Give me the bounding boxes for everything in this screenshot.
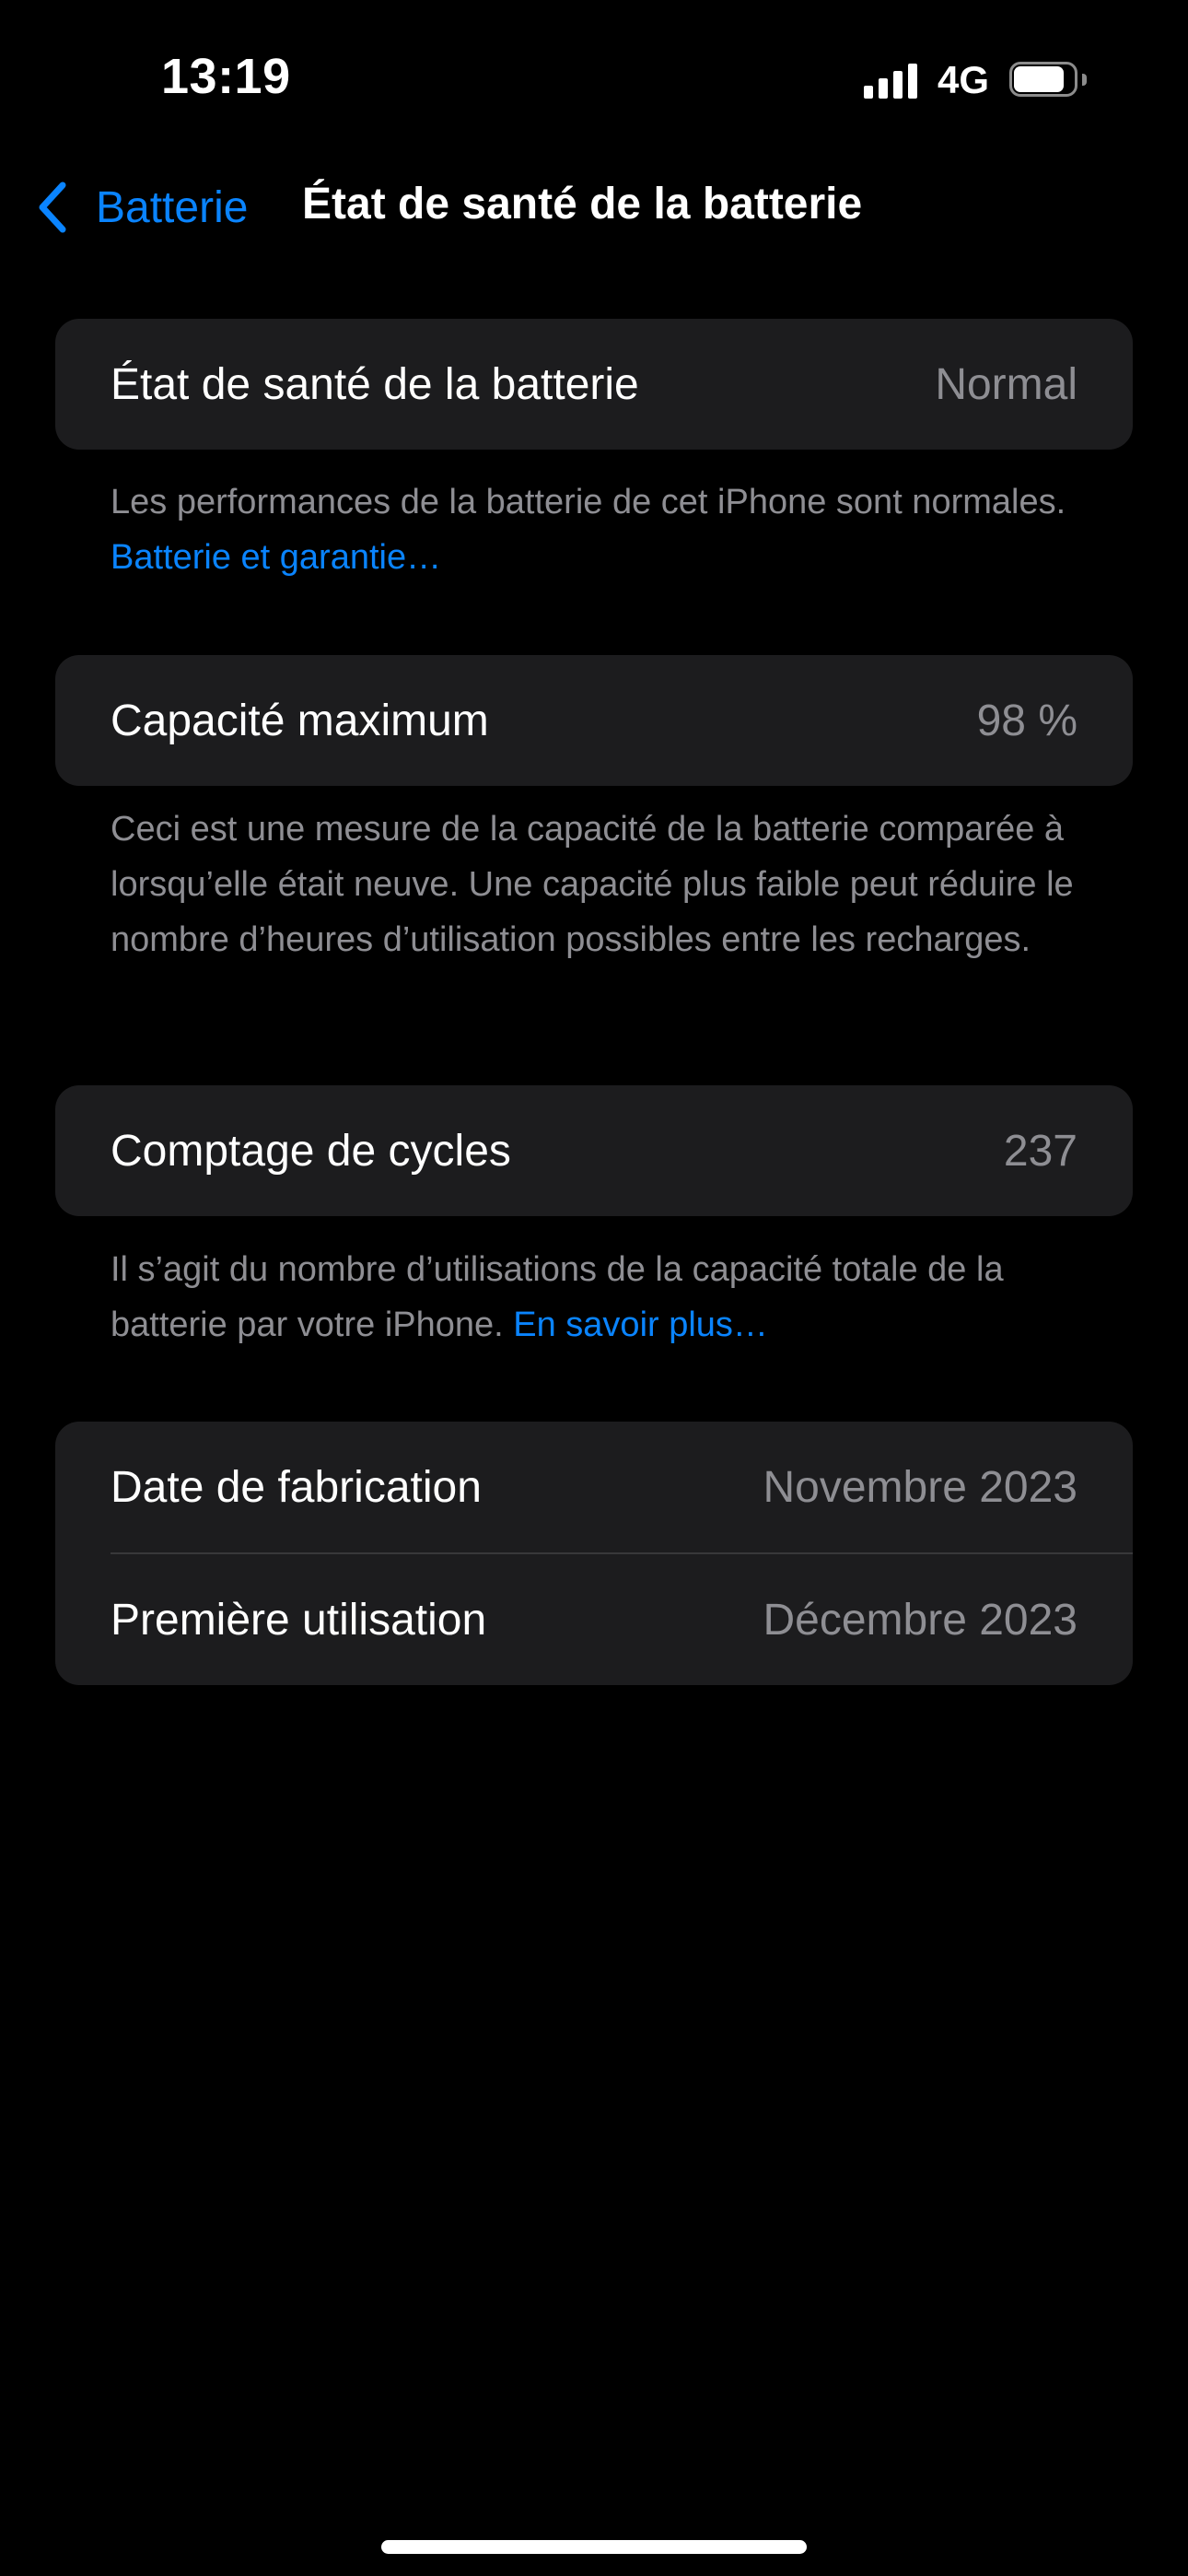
max-capacity-value: 98 %: [976, 696, 1077, 745]
battery-warranty-link[interactable]: Batterie et garantie…: [111, 538, 441, 577]
cellular-signal-icon: [863, 62, 917, 99]
battery-health-group: État de santé de la batterie Normal: [55, 319, 1133, 450]
battery-dates-group: Date de fabrication Novembre 2023 Premiè…: [55, 1422, 1133, 1685]
battery-health-row: État de santé de la batterie Normal: [55, 319, 1133, 450]
back-button-label: Batterie: [96, 182, 249, 232]
cycle-count-group: Comptage de cycles 237: [55, 1085, 1133, 1216]
navigation-bar: Batterie État de santé de la batterie: [0, 166, 1188, 249]
cycle-count-label: Comptage de cycles: [111, 1126, 511, 1176]
cycle-count-footnote: Il s’agit du nombre d’utilisations de la…: [111, 1242, 1087, 1352]
max-capacity-row: Capacité maximum 98 %: [55, 655, 1133, 786]
max-capacity-group: Capacité maximum 98 %: [55, 655, 1133, 786]
max-capacity-label: Capacité maximum: [111, 696, 489, 745]
battery-icon: [1009, 62, 1087, 99]
manufacture-date-value: Novembre 2023: [763, 1462, 1077, 1512]
status-time: 13:19: [161, 49, 291, 104]
back-button[interactable]: Batterie: [35, 175, 248, 240]
status-indicators: 4G: [863, 57, 1087, 103]
home-indicator[interactable]: [381, 2540, 807, 2554]
battery-health-label: État de santé de la batterie: [111, 359, 639, 409]
battery-level-fill: [1014, 66, 1064, 92]
chevron-left-icon: [39, 181, 66, 233]
learn-more-link[interactable]: En savoir plus…: [513, 1306, 768, 1344]
status-bar: 13:19 4G: [0, 0, 1188, 157]
network-type: 4G: [937, 58, 989, 101]
max-capacity-footnote: Ceci est une mesure de la capacité de la…: [111, 810, 1074, 959]
battery-health-value: Normal: [935, 359, 1077, 409]
battery-health-footnote: Les performances de la batterie de cet i…: [111, 474, 1087, 585]
manufacture-date-label: Date de fabrication: [111, 1462, 482, 1512]
first-use-label: Première utilisation: [111, 1595, 487, 1645]
battery-health-footnote-text: Les performances de la batterie de cet i…: [111, 483, 1066, 521]
first-use-row: Première utilisation Décembre 2023: [55, 1554, 1133, 1685]
cycle-count-value: 237: [1003, 1126, 1077, 1176]
page-title: État de santé de la batterie: [302, 180, 863, 228]
first-use-value: Décembre 2023: [763, 1595, 1077, 1645]
manufacture-date-row: Date de fabrication Novembre 2023: [55, 1422, 1133, 1552]
cycle-count-row: Comptage de cycles 237: [55, 1085, 1133, 1216]
